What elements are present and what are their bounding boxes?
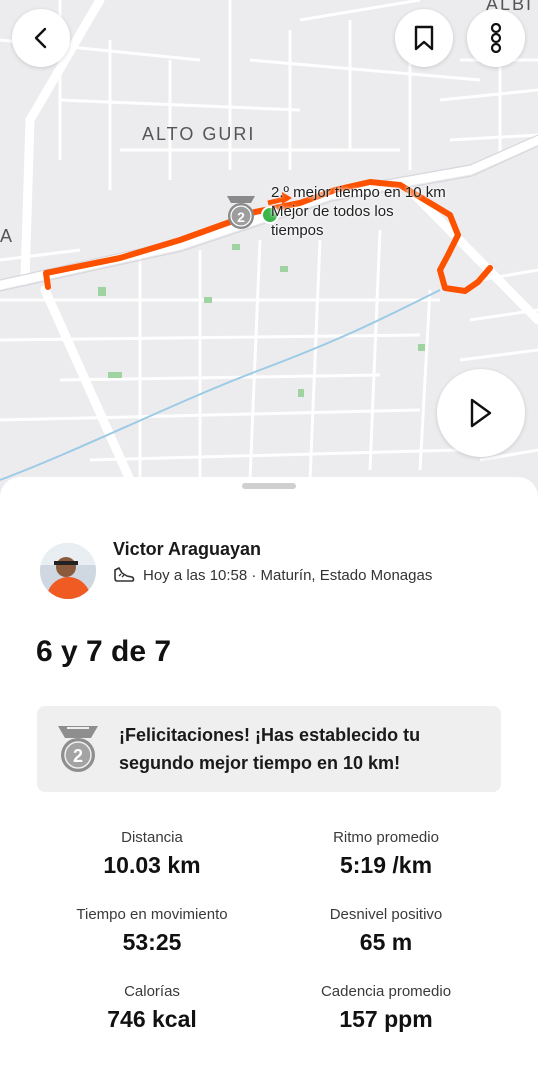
play-flyover-button[interactable]	[437, 369, 525, 457]
medal-number: 2	[73, 746, 83, 766]
achievement-banner[interactable]: 2 ¡Felicitaciones! ¡Has establecido tu s…	[37, 706, 501, 792]
stat-value: 10.03 km	[103, 852, 201, 878]
stat-value: 53:25	[122, 929, 182, 955]
chevron-left-icon	[34, 27, 47, 49]
silver-medal-icon: 2	[55, 724, 101, 774]
stat-calories: Calorías 746 kcal	[32, 983, 272, 1033]
pr-callout: 2.º mejor tiempo en 10 km Mejor de todos…	[271, 183, 446, 240]
stat-value: 5:19 /km	[339, 852, 433, 878]
map-label-alto-guri: ALTO GURI	[142, 124, 256, 144]
stat-avg-cadence: Cadencia promedio 157 ppm	[266, 983, 506, 1033]
sheet-grabber-handle[interactable]	[242, 483, 296, 489]
pr-callout-line2: Mejor de todos los	[271, 203, 394, 220]
stat-label: Tiempo en movimiento	[76, 906, 228, 923]
stat-value: 157 ppm	[339, 1006, 433, 1032]
route-map[interactable]: 2 ALTO GURI ALBI A 2.º mejor tiempo en 1…	[0, 0, 538, 500]
pr-callout-line1: 2.º mejor tiempo en 10 km	[271, 184, 446, 201]
avatar-image	[40, 543, 96, 599]
athlete-header[interactable]: Victor Araguayan Hoy a las 10:58 · Matur…	[40, 539, 433, 599]
bookmark-icon	[414, 25, 434, 51]
stat-moving-time: Tiempo en movimiento 53:25	[32, 906, 272, 956]
play-icon	[470, 398, 492, 428]
stat-label: Calorías	[124, 983, 180, 1000]
back-button[interactable]	[12, 9, 70, 67]
activity-date-location: Hoy a las 10:58 · Maturín, Estado Monaga…	[143, 566, 433, 584]
pr-callout-line3: tiempos	[271, 222, 324, 239]
stat-elevation-gain: Desnivel positivo 65 m	[266, 906, 506, 956]
stat-label: Distancia	[121, 829, 183, 846]
stat-label: Cadencia promedio	[320, 983, 452, 1000]
bookmark-button[interactable]	[395, 9, 453, 67]
stat-value: 65 m	[359, 929, 413, 955]
achievement-line1: ¡Felicitaciones! ¡Has establecido tu	[119, 725, 421, 745]
medal-marker-icon: 2	[227, 196, 255, 229]
stat-label: Ritmo promedio	[333, 829, 439, 846]
stat-distance: Distancia 10.03 km	[32, 829, 272, 879]
athlete-name[interactable]: Victor Araguayan	[113, 539, 432, 560]
shoe-icon	[113, 566, 135, 584]
more-options-button[interactable]	[467, 9, 525, 67]
svg-text:2: 2	[237, 209, 245, 225]
activity-title: 6 y 7 de 7	[36, 635, 172, 668]
avatar[interactable]	[40, 543, 96, 599]
activity-sheet: Victor Araguayan Hoy a las 10:58 · Matur…	[0, 477, 538, 1080]
stat-label: Desnivel positivo	[329, 906, 443, 923]
stat-avg-pace: Ritmo promedio 5:19 /km	[266, 829, 506, 879]
stat-value: 746 kcal	[107, 1006, 197, 1032]
more-vertical-icon	[490, 23, 502, 53]
achievement-line2: segundo mejor tiempo en 10 km!	[119, 753, 401, 773]
map-label-a: A	[0, 226, 15, 246]
